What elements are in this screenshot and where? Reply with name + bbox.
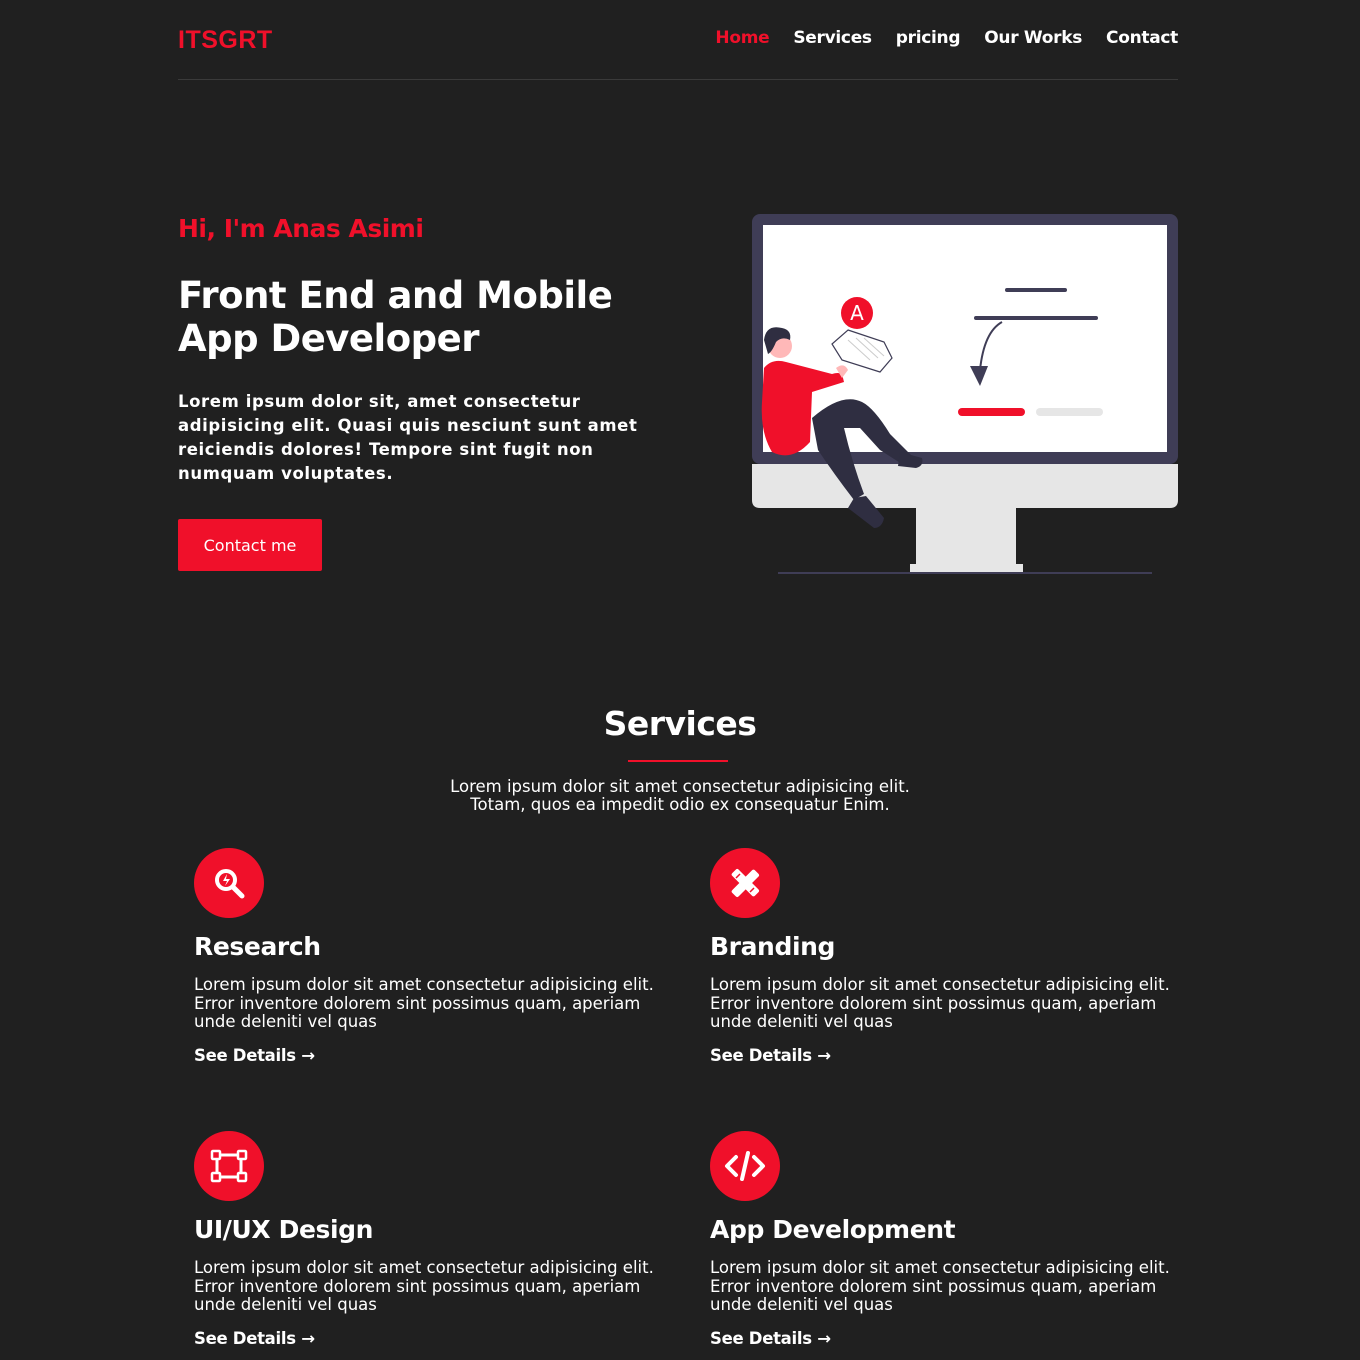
developer-monitor-illustration: A — [752, 214, 1178, 574]
services-subtitle-line-1: Lorem ipsum dolor sit amet consectetur a… — [450, 777, 910, 796]
nav-pricing[interactable]: pricing — [896, 28, 961, 48]
hero-greeting: Hi, I'm Anas Asimi — [178, 214, 424, 243]
hero-text: Lorem ipsum dolor sit, amet consectetur … — [178, 392, 638, 483]
nav-home[interactable]: Home — [715, 28, 769, 48]
arrow-right-icon: → — [301, 1046, 315, 1065]
service-title: Research — [194, 932, 321, 961]
nav-services[interactable]: Services — [793, 28, 872, 48]
logo[interactable]: ITSGRT — [178, 26, 273, 55]
hero-title: Front End and Mobile App Developer — [178, 274, 613, 360]
services-title-underline — [628, 760, 728, 762]
service-icon-circle — [194, 1131, 264, 1201]
see-details-link[interactable]: See Details → — [194, 1329, 315, 1348]
service-title: UI/UX Design — [194, 1215, 374, 1244]
services-subtitle-line-2: Totam, quos ea impedit odio ex consequat… — [470, 795, 890, 814]
service-card-branding: Branding Lorem ipsum dolor sit amet cons… — [710, 848, 1180, 1088]
service-card-app-development: App Development Lorem ipsum dolor sit am… — [710, 1131, 1180, 1360]
service-card-research: Research Lorem ipsum dolor sit amet cons… — [194, 848, 664, 1088]
service-icon-circle — [710, 1131, 780, 1201]
services-subtitle: Lorem ipsum dolor sit amet consectetur a… — [0, 778, 1360, 814]
pencil-ruler-icon — [731, 868, 760, 898]
service-icon-circle — [710, 848, 780, 918]
arrow-right-icon: → — [301, 1329, 315, 1348]
service-description: Lorem ipsum dolor sit amet consectetur a… — [194, 1258, 654, 1314]
site-header: ITSGRT Home Services pricing Our Works C… — [178, 0, 1178, 80]
nav-our-works[interactable]: Our Works — [984, 28, 1082, 48]
service-card-uiux: UI/UX Design Lorem ipsum dolor sit amet … — [194, 1131, 664, 1360]
hero-illustration: A — [752, 212, 1180, 576]
main-nav: Home Services pricing Our Works Contact — [715, 28, 1178, 48]
service-title: App Development — [710, 1215, 956, 1244]
services-title: Services — [603, 704, 757, 743]
see-details-link[interactable]: See Details → — [710, 1046, 831, 1065]
contact-me-button[interactable]: Contact me — [178, 519, 322, 571]
service-icon-circle — [194, 848, 264, 918]
vector-square-icon — [210, 1149, 248, 1183]
service-description: Lorem ipsum dolor sit amet consectetur a… — [710, 1258, 1170, 1314]
code-icon — [725, 1151, 765, 1181]
service-title: Branding — [710, 932, 836, 961]
nav-contact[interactable]: Contact — [1106, 28, 1178, 48]
see-details-link[interactable]: See Details → — [710, 1329, 831, 1348]
arrow-right-icon: → — [817, 1329, 831, 1348]
see-details-link[interactable]: See Details → — [194, 1046, 315, 1065]
service-description: Lorem ipsum dolor sit amet consectetur a… — [194, 975, 654, 1031]
service-description: Lorem ipsum dolor sit amet consectetur a… — [710, 975, 1170, 1031]
arrow-right-icon: → — [817, 1046, 831, 1065]
svg-text:A: A — [850, 301, 864, 325]
search-icon — [215, 869, 245, 899]
